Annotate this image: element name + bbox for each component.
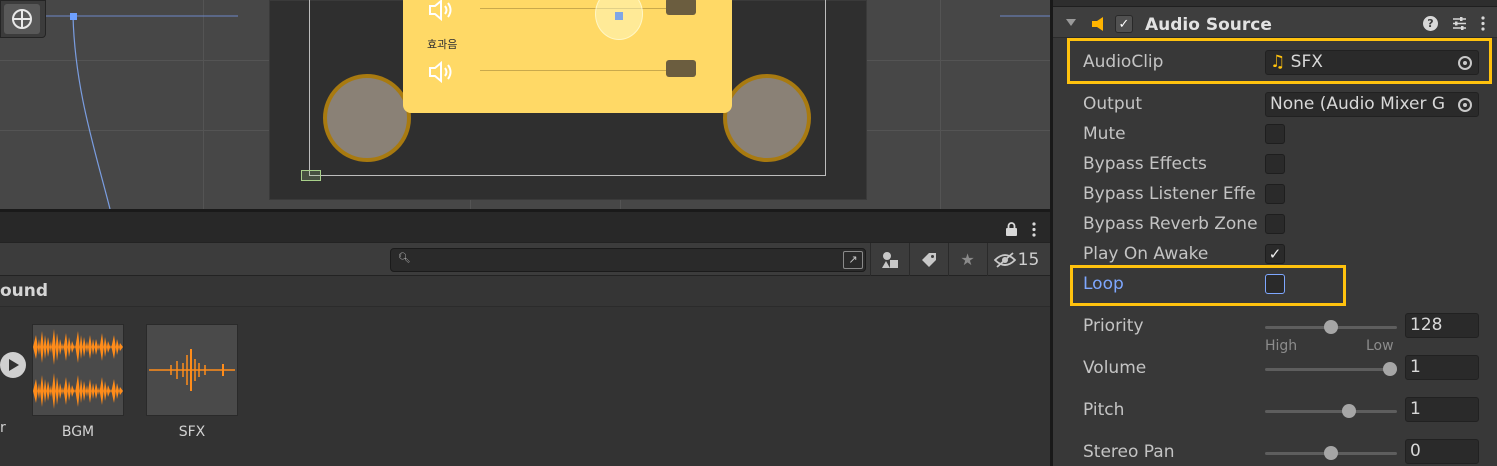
- audio-source-icon: [1092, 17, 1103, 31]
- waveform-icon: [149, 349, 235, 391]
- search-by-type-button[interactable]: ↗: [843, 251, 863, 269]
- sound-settings-panel: 효과음: [403, 0, 732, 113]
- rect-transform-marker[interactable]: [301, 170, 321, 181]
- priority-slider[interactable]: [1265, 320, 1397, 334]
- play-preview-button[interactable]: [0, 352, 26, 378]
- waveform-thumbnail: [146, 324, 238, 416]
- inspector-panel: ✓ Audio Source ? AudioClip ♫ SFX Output …: [1050, 0, 1497, 466]
- right-circle-button[interactable]: [723, 74, 811, 162]
- speaker-icon: [429, 0, 452, 22]
- bypass-reverb-zones-label: Bypass Reverb Zone: [1083, 214, 1258, 234]
- shapes-icon: [881, 251, 898, 268]
- pivot-handle[interactable]: [615, 12, 623, 20]
- object-picker-icon[interactable]: [1455, 95, 1475, 115]
- pitch-value-field[interactable]: 1: [1405, 397, 1479, 422]
- component-enabled-checkbox[interactable]: ✓: [1115, 15, 1133, 33]
- bgm-slider-track: [480, 8, 690, 9]
- project-window: 🔍︎ ↗ ★ 15 ound r BGM SFX: [0, 209, 1050, 466]
- mute-checkbox[interactable]: [1265, 124, 1285, 144]
- pitch-slider-knob[interactable]: [1341, 404, 1356, 418]
- more-options-icon[interactable]: [1032, 222, 1036, 241]
- sfx-slider-track: [480, 70, 690, 71]
- priority-slider-knob[interactable]: [1324, 320, 1338, 334]
- gizmo-handle[interactable]: [70, 13, 77, 20]
- bypass-listener-effects-checkbox[interactable]: [1265, 184, 1285, 204]
- project-toolbar: 🔍︎ ↗ ★ 15: [0, 242, 1050, 276]
- asset-name: r: [0, 420, 6, 436]
- search-input[interactable]: 🔍︎ ↗: [390, 248, 866, 272]
- star-icon: ★: [960, 250, 975, 269]
- bypass-reverb-zones-checkbox[interactable]: [1265, 214, 1285, 234]
- eye-hidden-icon: [993, 251, 1016, 268]
- view-tool-button[interactable]: [0, 0, 46, 38]
- stereo-pan-label: Stereo Pan: [1083, 442, 1175, 462]
- scene-view[interactable]: 효과음: [0, 0, 1050, 209]
- mute-label: Mute: [1083, 124, 1126, 144]
- bypass-listener-effects-label: Bypass Listener Effe: [1083, 184, 1256, 204]
- favorites-button[interactable]: ★: [948, 243, 986, 276]
- lock-icon[interactable]: [1005, 222, 1018, 241]
- audio-clip-highlight: [1067, 38, 1492, 84]
- search-icon: 🔍︎: [398, 253, 411, 264]
- volume-value-field[interactable]: 1: [1405, 355, 1479, 380]
- play-on-awake-label: Play On Awake: [1083, 244, 1209, 264]
- volume-slider-knob[interactable]: [1383, 362, 1397, 376]
- stereo-pan-slider-knob[interactable]: [1324, 446, 1338, 460]
- waveform-thumbnail: [32, 324, 124, 416]
- presets-icon[interactable]: [1452, 16, 1467, 35]
- foldout-arrow-icon[interactable]: [1066, 19, 1076, 26]
- speaker-icon: [429, 60, 452, 84]
- stereo-pan-slider[interactable]: [1265, 446, 1397, 460]
- stereo-pan-value-field[interactable]: 0: [1405, 439, 1479, 464]
- output-value: None (Audio Mixer G: [1270, 94, 1446, 114]
- output-field[interactable]: None (Audio Mixer G: [1265, 92, 1479, 117]
- breadcrumb: ound: [0, 276, 1050, 307]
- asset-grid: r BGM SFX: [0, 307, 1050, 466]
- hidden-count: 15: [1017, 249, 1040, 270]
- sfx-label: 효과음: [427, 38, 458, 51]
- asset-bgm[interactable]: BGM: [32, 324, 124, 440]
- priority-max-label: Low: [1366, 338, 1394, 354]
- bypass-effects-label: Bypass Effects: [1083, 154, 1207, 174]
- component-title: Audio Source: [1145, 15, 1272, 35]
- tag-icon: [921, 252, 936, 267]
- filter-by-type-button[interactable]: [870, 243, 908, 276]
- asset-name: SFX: [178, 424, 206, 440]
- waveform-icon: [33, 329, 123, 409]
- volume-slider[interactable]: [1265, 362, 1397, 376]
- filter-by-label-button[interactable]: [909, 243, 947, 276]
- priority-label: Priority: [1083, 316, 1144, 336]
- output-label: Output: [1083, 94, 1143, 114]
- help-icon[interactable]: ?: [1423, 16, 1438, 31]
- audio-source-header[interactable]: ✓ Audio Source ?: [1053, 6, 1497, 38]
- priority-min-label: High: [1265, 338, 1298, 354]
- pitch-label: Pitch: [1083, 400, 1125, 420]
- hidden-packages-button[interactable]: 15: [987, 243, 1045, 276]
- more-options-icon[interactable]: [1481, 16, 1485, 35]
- sfx-slider-handle[interactable]: [666, 60, 696, 77]
- asset-name: BGM: [61, 424, 95, 440]
- bgm-slider-handle[interactable]: [666, 0, 696, 15]
- asset-sfx[interactable]: SFX: [146, 324, 238, 440]
- play-on-awake-checkbox[interactable]: ✓: [1265, 244, 1285, 264]
- move-tool-icon: [12, 9, 32, 29]
- project-tab-bar: [0, 215, 1050, 242]
- volume-label: Volume: [1083, 358, 1147, 378]
- pitch-slider[interactable]: [1265, 404, 1397, 418]
- left-circle-button[interactable]: [323, 74, 411, 162]
- breadcrumb-folder[interactable]: ound: [0, 281, 48, 301]
- bypass-effects-checkbox[interactable]: [1265, 154, 1285, 174]
- priority-value-field[interactable]: 128: [1405, 313, 1479, 338]
- loop-highlight: [1070, 265, 1346, 306]
